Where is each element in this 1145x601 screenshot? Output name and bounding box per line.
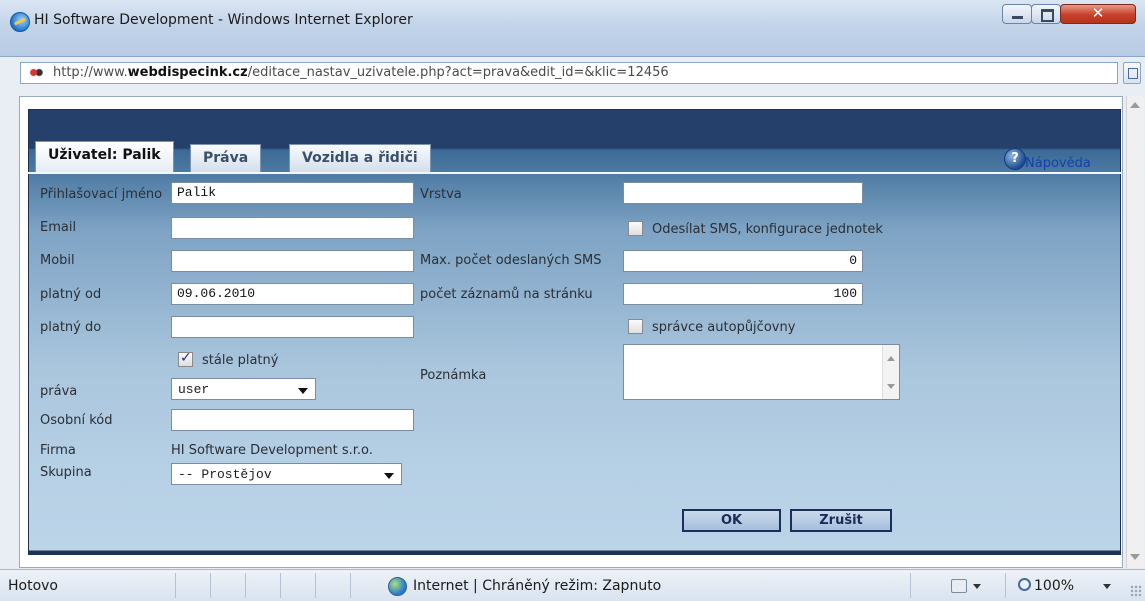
tab-vehicles-drivers[interactable]: Vozidla a řidiči [289,144,431,172]
scroll-down-icon[interactable] [887,384,895,389]
chevron-down-icon [384,473,394,479]
status-divider [350,573,351,598]
status-divider [245,573,246,598]
login-input[interactable]: Palik [171,182,414,204]
close-icon: ✕ [1091,4,1105,22]
zoom-level[interactable]: 100% [1034,578,1074,594]
site-favicon-icon [28,67,44,78]
layer-input[interactable] [623,182,863,204]
valid-from-label: platný od [40,287,102,302]
email-input[interactable] [171,217,414,239]
status-text: Hotovo [8,578,58,594]
group-label: Skupina [40,465,92,480]
rights-select-value: user [178,382,210,397]
valid-to-input[interactable] [171,316,414,338]
security-zone-text[interactable]: Internet | Chráněný režim: Zapnuto [413,578,661,594]
scroll-down-icon[interactable] [1130,554,1140,560]
help-link[interactable]: Nápověda [1025,156,1091,171]
rights-label: práva [40,384,78,399]
window-title: HI Software Development - Windows Intern… [34,12,413,28]
mobile-label: Mobil [40,253,75,268]
resize-grip[interactable] [1130,585,1142,597]
mobile-input[interactable] [171,250,414,272]
chevron-down-icon[interactable] [973,584,981,589]
status-divider [1005,573,1006,598]
status-divider [315,573,316,598]
help-icon[interactable]: ? [1004,148,1026,170]
personal-code-input[interactable] [171,409,414,431]
compatibility-view-icon[interactable] [1123,62,1141,84]
send-sms-checkbox[interactable] [628,221,643,236]
email-label: Email [40,220,77,235]
group-select[interactable]: -- Prostějov [171,463,402,485]
always-valid-label: stále platný [202,353,279,368]
tab-rights[interactable]: Práva [190,144,262,172]
records-per-page-input[interactable]: 100 [623,283,863,305]
internet-explorer-icon [10,12,30,32]
title-bar: HI Software Development - Windows Intern… [0,0,1145,57]
personal-code-label: Osobní kód [40,413,113,428]
note-label: Poznámka [420,368,487,383]
maximize-button[interactable] [1031,4,1061,24]
status-divider [210,573,211,598]
rights-select[interactable]: user [171,378,316,400]
protected-mode-icon[interactable] [951,579,967,593]
cancel-button[interactable]: Zrušit [790,509,892,532]
send-sms-label: Odesílat SMS, konfigurace jednotek [652,222,883,237]
scroll-up-icon[interactable] [1130,102,1140,108]
tab-baseline [28,172,1121,174]
address-bar[interactable]: http://www.webdispecink.cz/editace_nasta… [20,62,1118,84]
layer-label: Vrstva [420,187,462,202]
status-divider [175,573,176,598]
status-divider [910,573,911,598]
note-textarea[interactable] [623,344,900,400]
company-label: Firma [40,443,76,458]
close-button[interactable]: ✕ [1060,4,1136,24]
status-bar: Hotovo Internet | Chráněný režim: Zapnut… [0,569,1145,601]
max-sms-input[interactable]: 0 [623,250,863,272]
status-divider [280,573,281,598]
valid-from-input[interactable]: 09.06.2010 [171,283,414,305]
group-select-value: -- Prostějov [178,467,272,482]
rental-admin-checkbox[interactable] [628,319,643,334]
page-scrollbar[interactable] [1126,96,1144,568]
company-value: HI Software Development s.r.o. [171,443,373,458]
address-url: http://www.webdispecink.cz/editace_nasta… [53,65,669,80]
always-valid-checkbox[interactable] [178,350,193,367]
note-scrollbar[interactable] [882,345,899,399]
scroll-up-icon[interactable] [887,356,895,361]
tab-user[interactable]: Uživatel: Palik [35,141,174,172]
records-per-page-label: počet záznamů na stránku [420,287,593,302]
login-label: Přihlašovací jméno [40,187,163,202]
rental-admin-label: správce autopůjčovny [652,320,796,335]
chevron-down-icon[interactable] [1103,584,1111,589]
chevron-down-icon [298,388,308,394]
ok-button[interactable]: OK [682,509,781,532]
valid-to-label: platný do [40,320,102,335]
internet-zone-icon [388,577,407,596]
max-sms-label: Max. počet odeslaných SMS [420,253,602,268]
zoom-icon[interactable] [1018,578,1031,591]
minimize-button[interactable] [1002,4,1032,24]
